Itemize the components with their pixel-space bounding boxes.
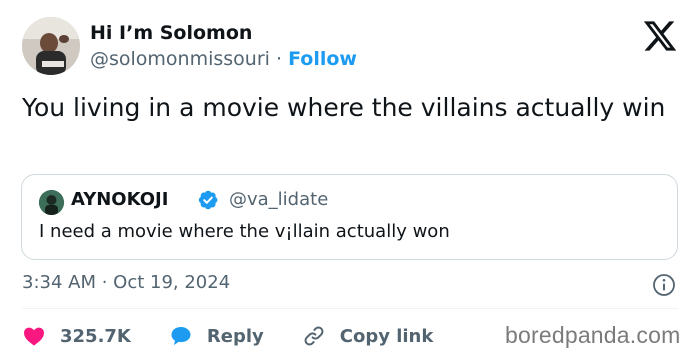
follow-button[interactable]: Follow: [288, 48, 357, 70]
author-avatar[interactable]: [22, 17, 80, 75]
watermark: boredpanda.com: [505, 322, 681, 348]
tweet-card: Hi I’m Solomon @solomonmissouri · Follow…: [0, 0, 700, 362]
quoted-tweet[interactable]: AY⁠NOKOJI @va_lidate I need a movie wher…: [21, 174, 678, 260]
action-bar: 325.7K Reply Copy link: [22, 322, 471, 350]
author-name[interactable]: Hi I’m Solomon: [90, 22, 252, 44]
copy-link-label: Copy link: [339, 325, 434, 347]
tweet-text: You living in a movie where the villains…: [22, 93, 666, 122]
quoted-tweet-text: I need a movie where the v¡llain actuall…: [39, 221, 450, 242]
divider: [22, 308, 678, 309]
reply-button[interactable]: Reply: [169, 324, 264, 348]
like-count: 325.7K: [60, 325, 131, 347]
quoted-author-handle: @va_lidate: [229, 189, 329, 210]
reply-label: Reply: [206, 325, 264, 347]
reply-bubble-icon: [171, 327, 191, 345]
like-button[interactable]: 325.7K: [22, 324, 131, 348]
author-handle-row: @solomonmissouri · Follow: [90, 48, 357, 70]
author-handle[interactable]: @solomonmissouri: [90, 48, 270, 70]
tweet-timestamp[interactable]: 3:34 AM · Oct 19, 2024: [22, 272, 230, 293]
x-logo-icon[interactable]: [642, 18, 678, 54]
separator-dot: ·: [276, 48, 283, 70]
quoted-author-name: AY⁠NOKOJI: [71, 189, 169, 210]
copy-link-button[interactable]: Copy link: [302, 324, 434, 348]
link-icon: [304, 326, 324, 346]
verified-badge-icon: [198, 190, 218, 210]
quoted-author-avatar: [39, 190, 64, 215]
info-icon[interactable]: [652, 273, 676, 297]
heart-icon: [24, 327, 44, 346]
